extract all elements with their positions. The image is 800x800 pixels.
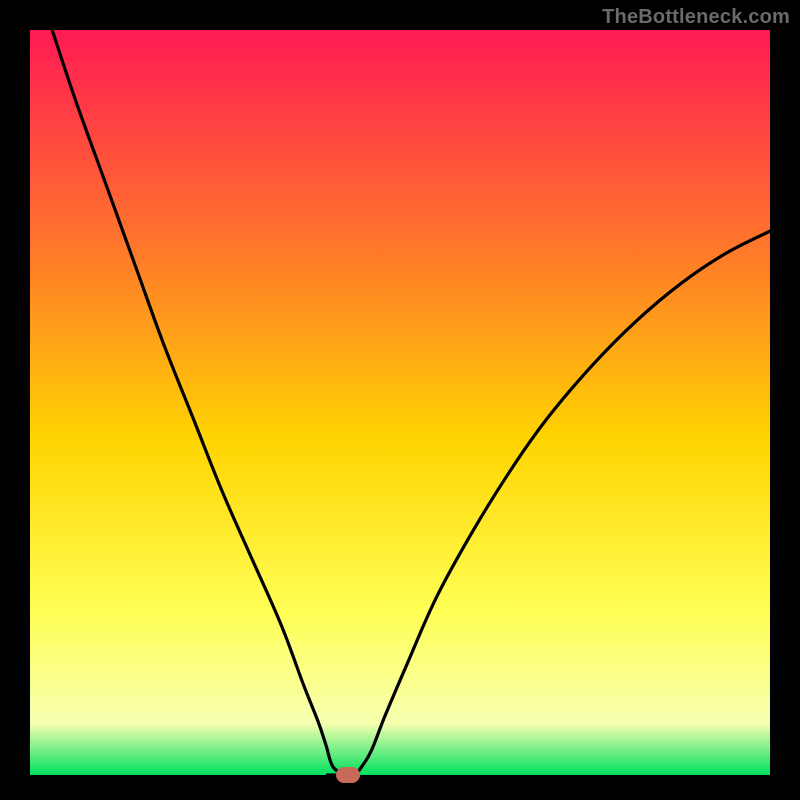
bottleneck-plot (30, 30, 770, 775)
gradient-background (30, 30, 770, 775)
chart-container: TheBottleneck.com (0, 0, 800, 800)
optimum-marker (336, 767, 360, 783)
watermark-text: TheBottleneck.com (602, 6, 790, 29)
